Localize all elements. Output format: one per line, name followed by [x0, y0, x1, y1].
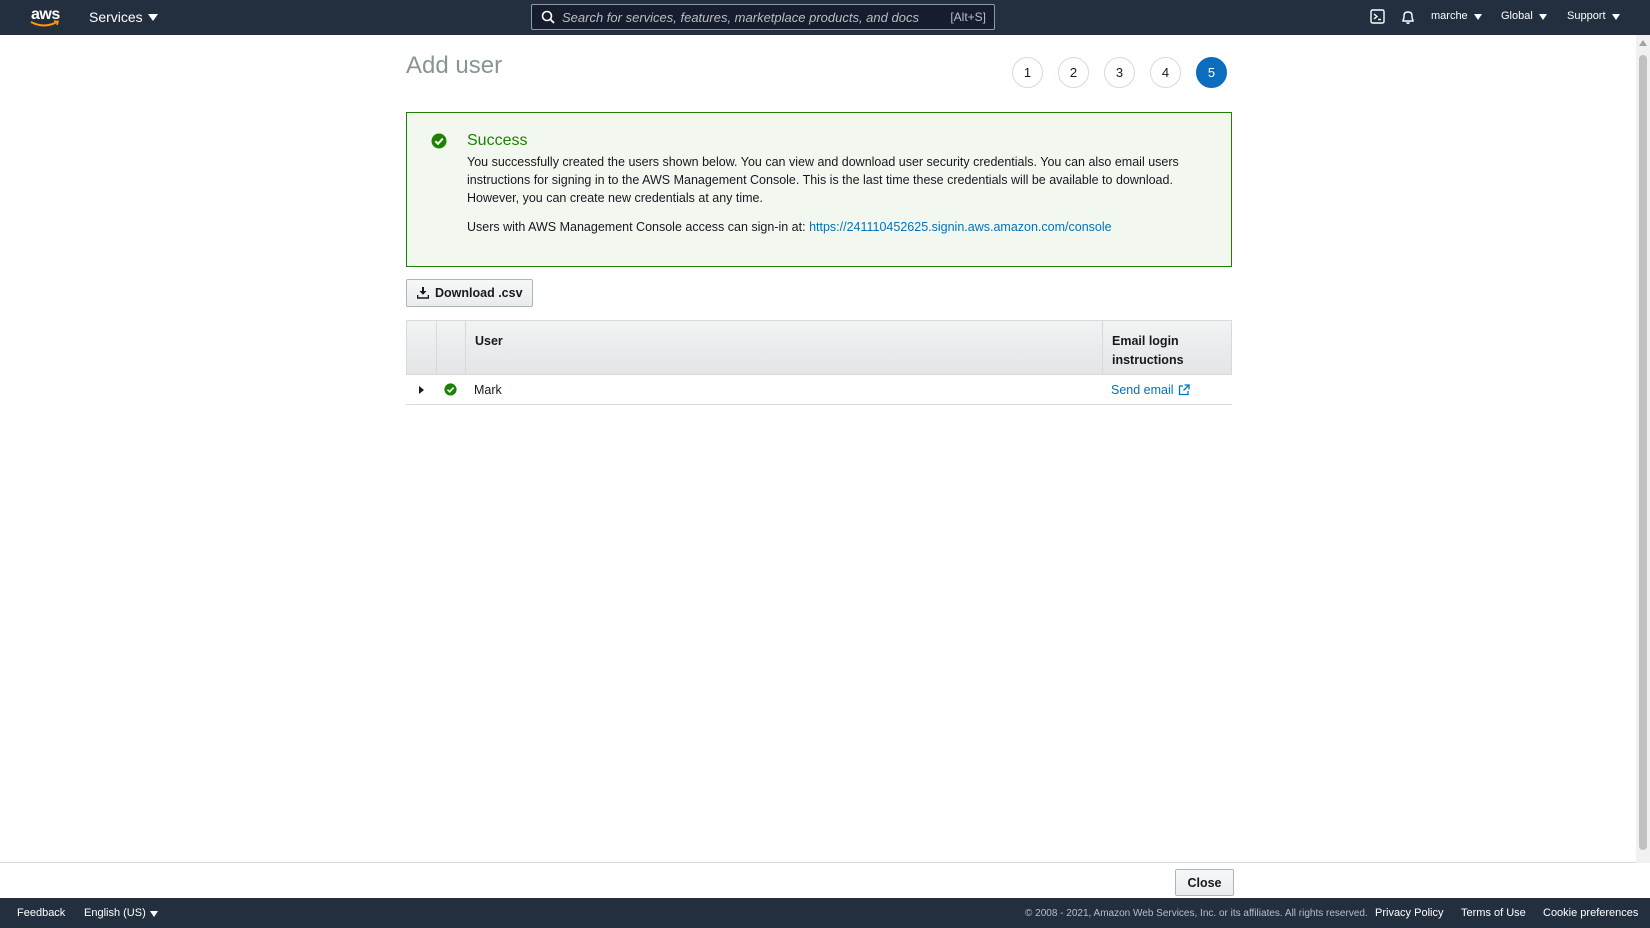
table-header-expand [407, 321, 437, 374]
bell-icon[interactable] [1400, 9, 1416, 25]
search-bar[interactable]: [Alt+S] [531, 4, 995, 30]
cookie-preferences-link[interactable]: Cookie preferences [1543, 907, 1638, 919]
chevron-down-icon [147, 14, 158, 21]
support-menu[interactable]: Support [1567, 10, 1620, 22]
wizard-step-5[interactable]: 5 [1196, 57, 1227, 88]
aws-smile-icon [30, 20, 60, 27]
page-title: Add user [406, 52, 503, 79]
close-button[interactable]: Close [1175, 869, 1234, 896]
row-status [436, 383, 465, 396]
row-email-cell: Send email [1102, 383, 1230, 397]
success-check-icon [431, 133, 447, 149]
send-email-link[interactable]: Send email [1111, 383, 1190, 397]
wizard-steps: 1 2 3 4 5 [1012, 57, 1227, 88]
signin-prefix: Users with AWS Management Console access… [467, 220, 810, 234]
services-label: Services [89, 9, 143, 25]
search-shortcut-hint: [Alt+S] [950, 10, 986, 24]
chevron-down-icon [1473, 13, 1482, 20]
table-header: User Email login instructions [406, 320, 1232, 375]
region-menu[interactable]: Global [1501, 10, 1547, 22]
wizard-step-3[interactable]: 3 [1104, 57, 1135, 88]
signin-url-link[interactable]: https://241110452625.signin.aws.amazon.c… [809, 220, 1112, 234]
search-input[interactable] [562, 7, 922, 27]
table-header-status [437, 321, 466, 374]
alert-message: You successfully created the users shown… [467, 155, 1179, 205]
success-check-icon [444, 383, 457, 396]
row-user-name: Mark [474, 382, 502, 397]
download-icon [417, 287, 429, 299]
language-label: English (US) [84, 907, 146, 919]
account-menu[interactable]: marche [1431, 10, 1482, 22]
page-footer: Feedback English (US) © 2008 - 2021, Ama… [0, 898, 1650, 928]
scroll-up-arrow-icon[interactable] [1639, 40, 1647, 46]
users-table: User Email login instructions Mark Send … [406, 320, 1232, 405]
table-header-email-instructions[interactable]: Email login instructions [1103, 321, 1231, 374]
search-icon [541, 10, 555, 24]
row-expand-toggle[interactable] [406, 385, 436, 394]
wizard-step-1[interactable]: 1 [1012, 57, 1043, 88]
support-label: Support [1567, 10, 1606, 22]
signin-info: Users with AWS Management Console access… [467, 220, 1112, 234]
chevron-down-icon [149, 910, 158, 917]
cloudshell-icon[interactable] [1370, 9, 1385, 24]
privacy-policy-link[interactable]: Privacy Policy [1375, 907, 1443, 919]
page-scrollbar[interactable] [1636, 35, 1650, 863]
account-label: marche [1431, 10, 1468, 22]
region-label: Global [1501, 10, 1533, 22]
chevron-down-icon [1611, 13, 1620, 20]
scroll-thumb[interactable] [1639, 55, 1647, 850]
table-row: Mark Send email [406, 375, 1232, 405]
table-header-user[interactable]: User [466, 321, 1103, 374]
external-link-icon [1178, 383, 1190, 395]
terms-of-use-link[interactable]: Terms of Use [1461, 907, 1526, 919]
aws-logo[interactable]: aws [28, 4, 64, 30]
wizard-step-2[interactable]: 2 [1058, 57, 1089, 88]
wizard-step-4[interactable]: 4 [1150, 57, 1181, 88]
copyright-text: © 2008 - 2021, Amazon Web Services, Inc.… [1025, 908, 1368, 919]
top-nav: aws Services [Alt+S] marche Global Suppo… [0, 0, 1650, 35]
download-csv-label: Download .csv [435, 286, 523, 300]
feedback-link[interactable]: Feedback [17, 907, 65, 919]
wizard-action-bar: Close [0, 862, 1636, 898]
download-csv-button[interactable]: Download .csv [406, 279, 533, 307]
success-alert: Success You successfully created the use… [406, 112, 1232, 267]
chevron-down-icon [1538, 13, 1547, 20]
alert-title: Success [467, 132, 528, 149]
caret-right-icon [418, 385, 424, 394]
services-menu[interactable]: Services [89, 9, 158, 25]
language-selector[interactable]: English (US) [84, 907, 158, 919]
send-email-label: Send email [1111, 382, 1174, 397]
